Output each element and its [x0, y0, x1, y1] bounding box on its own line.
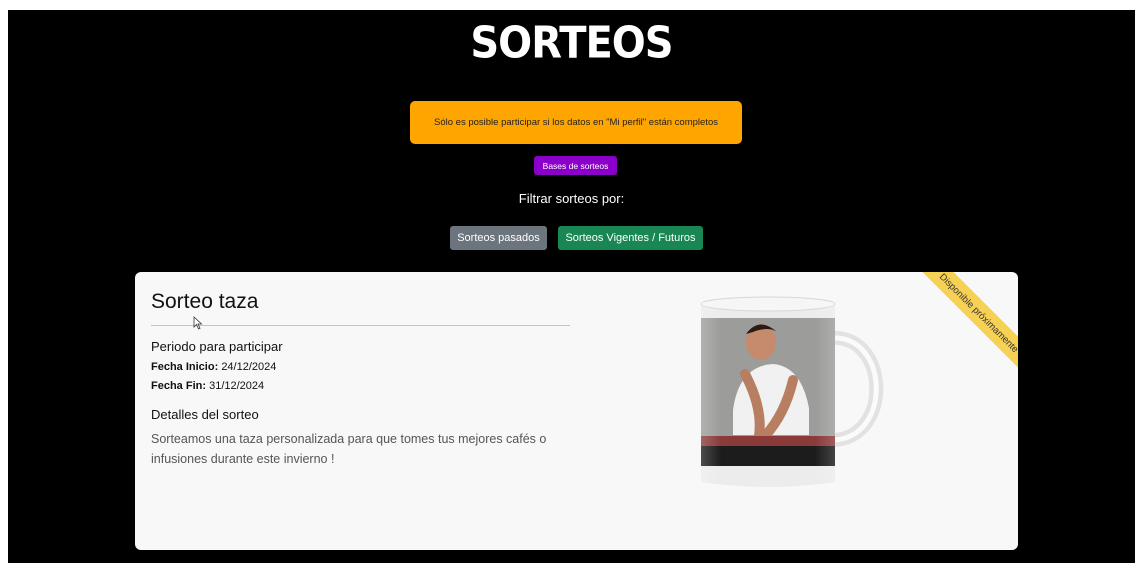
- period-title: Periodo para participar: [151, 339, 283, 354]
- site-logo: SORTEOS: [470, 17, 673, 69]
- status-ribbon: Disponible próximamente: [911, 272, 1018, 381]
- page: SORTEOS Sólo es posible participar si lo…: [8, 10, 1135, 563]
- end-date-value: 31/12/2024: [209, 380, 265, 392]
- end-date-label: Fecha Fin:: [151, 380, 207, 392]
- end-date-line: Fecha Fin: 31/12/2024: [151, 380, 264, 392]
- raffle-description: Sorteamos una taza personalizada para qu…: [151, 432, 547, 466]
- past-raffles-button[interactable]: Sorteos pasados: [450, 226, 547, 250]
- personalized-mug-image: [700, 296, 884, 487]
- raffle-title: Sorteo taza: [151, 290, 259, 313]
- start-date-label: Fecha Inicio:: [151, 361, 219, 373]
- bases-de-sorteos-button[interactable]: Bases de sorteos: [534, 156, 617, 175]
- profile-incomplete-alert: Sólo es posible participar si los datos …: [410, 101, 742, 144]
- alert-message: Sólo es posible participar si los datos …: [434, 117, 718, 128]
- filter-label: Filtrar sorteos por:: [518, 191, 625, 206]
- start-date-value: 24/12/2024: [221, 361, 277, 373]
- raffle-card: Sorteo taza Periodo para participar Fech…: [135, 272, 1018, 550]
- details-title: Detalles del sorteo: [151, 407, 259, 422]
- start-date-line: Fecha Inicio: 24/12/2024: [151, 361, 276, 373]
- mouse-cursor-icon: [193, 316, 203, 330]
- current-future-raffles-button[interactable]: Sorteos Vigentes / Futuros: [558, 226, 703, 250]
- title-divider: [151, 325, 570, 326]
